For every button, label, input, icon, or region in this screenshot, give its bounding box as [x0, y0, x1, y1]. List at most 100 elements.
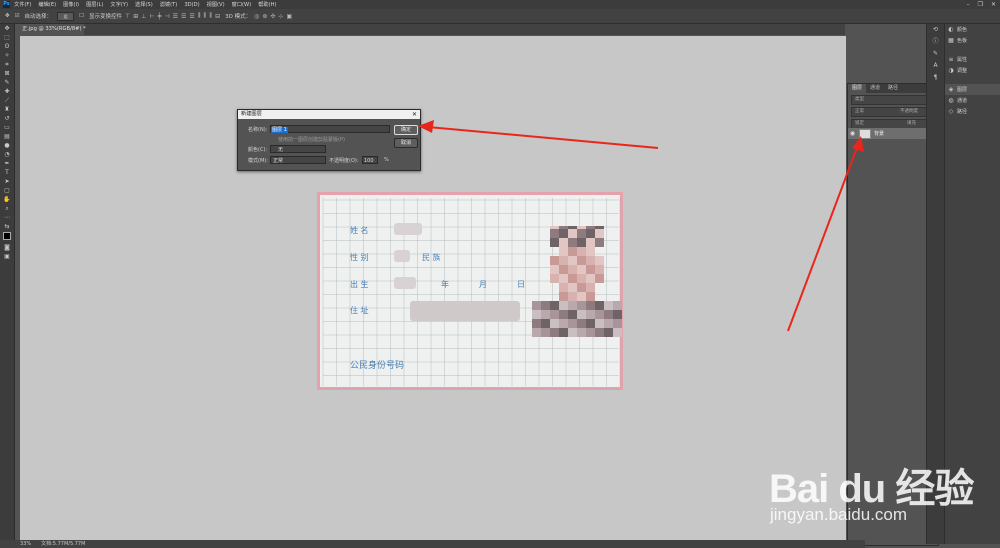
show-transform-checkbox[interactable]: ☐	[79, 13, 84, 19]
color-swatches-icon[interactable]	[0, 231, 14, 243]
dock-swatches[interactable]: ▦ 色板	[945, 35, 1000, 46]
history-brush-tool-icon[interactable]: ↺	[0, 114, 14, 123]
pan-3d-icon[interactable]: ✣	[270, 13, 275, 20]
clipping-mask-checkbox-label[interactable]: 使用前一图层创建剪贴蒙版(P)	[278, 136, 345, 143]
minimize-icon[interactable]: –	[967, 1, 970, 8]
color-select[interactable]: 无	[270, 145, 326, 153]
close-icon[interactable]: ✕	[412, 110, 417, 119]
document-tab[interactable]: 正.jpg @ 33%(RGB/8#) *	[19, 24, 86, 35]
tab-layers[interactable]: 图层	[848, 84, 867, 93]
swap-colors-icon[interactable]: ⇆	[0, 222, 14, 231]
blur-tool-icon[interactable]: ●	[0, 141, 14, 150]
more-tools-icon[interactable]: ⋯	[0, 213, 14, 222]
lasso-tool-icon[interactable]: ʘ	[0, 42, 14, 51]
menu-layer[interactable]: 图层(L)	[86, 1, 103, 8]
marquee-tool-icon[interactable]: ⬚	[0, 33, 14, 42]
mosaic-tile	[568, 328, 577, 337]
distribute-right-icon[interactable]: ⫼	[209, 12, 212, 20]
healing-brush-tool-icon[interactable]: ✚	[0, 87, 14, 96]
magic-wand-tool-icon[interactable]: ✧	[0, 51, 14, 60]
scale-3d-icon[interactable]: ▣	[286, 13, 292, 20]
pen-tool-icon[interactable]: ✒	[0, 159, 14, 168]
menu-type[interactable]: 文字(Y)	[110, 1, 128, 8]
history-icon[interactable]: ⟲	[927, 24, 944, 36]
move-tool-icon[interactable]: ✥	[5, 13, 10, 19]
close-icon[interactable]: ✕	[991, 1, 996, 8]
menu-filter[interactable]: 滤镜(T)	[160, 1, 178, 8]
slide-3d-icon[interactable]: ⊹	[278, 13, 283, 20]
roll-3d-icon[interactable]: ⊛	[262, 13, 267, 20]
shape-tool-icon[interactable]: ▢	[0, 186, 14, 195]
layer-kind-filter[interactable]: 类型	[851, 95, 935, 105]
brush-tool-icon[interactable]: ⟋	[0, 96, 14, 105]
menu-3d[interactable]: 3D(D)	[184, 2, 199, 8]
menu-help[interactable]: 帮助(H)	[258, 1, 276, 8]
dock-channels[interactable]: ◍ 通道	[945, 95, 1000, 106]
distribute-bottom-icon[interactable]: ☰	[189, 13, 194, 20]
dock-color[interactable]: ◐ 颜色	[945, 24, 1000, 35]
dodge-tool-icon[interactable]: ◔	[0, 150, 14, 159]
mode-select[interactable]: 正常	[270, 156, 326, 164]
frame-tool-icon[interactable]: ⊠	[0, 69, 14, 78]
mosaic-tile	[577, 328, 586, 337]
eyedropper-tool-icon[interactable]: ✎	[0, 78, 14, 87]
stamp-tool-icon[interactable]: ♜	[0, 105, 14, 114]
align-bottom-icon[interactable]: ⊥	[141, 13, 146, 20]
distribute-center-icon[interactable]: ⫼	[204, 12, 207, 20]
zoom-tool-icon[interactable]: ⌕	[0, 204, 14, 213]
auto-select-checkbox[interactable]: ☑	[15, 13, 20, 19]
dock-layers[interactable]: ◈ 图层	[945, 84, 1000, 95]
crop-tool-icon[interactable]: ⌗	[0, 60, 14, 69]
auto-select-dropdown[interactable]: 组	[57, 11, 75, 21]
menu-edit[interactable]: 编辑(E)	[38, 1, 56, 8]
auto-align-icon[interactable]: ⊟	[215, 13, 220, 20]
paragraph-icon[interactable]: ¶	[927, 72, 944, 84]
blend-mode-select[interactable]: 正常 不透明度	[851, 107, 935, 117]
cancel-button[interactable]: 取消	[394, 138, 418, 148]
foreground-color-swatch[interactable]	[3, 232, 11, 240]
quick-mask-icon[interactable]: ◙	[0, 243, 14, 252]
gradient-tool-icon[interactable]: ▤	[0, 132, 14, 141]
character-icon[interactable]: A	[927, 60, 944, 72]
dialog-title: 新建图层	[241, 111, 262, 117]
distribute-top-icon[interactable]: ☰	[173, 13, 178, 20]
menu-select[interactable]: 选择(S)	[135, 1, 153, 8]
brush-settings-icon[interactable]: ✎	[927, 48, 944, 60]
mosaic-tile	[550, 301, 559, 310]
move-tool-icon[interactable]: ✥	[0, 24, 14, 33]
align-top-icon[interactable]: ⊤	[125, 13, 130, 20]
menu-file[interactable]: 文件(F)	[14, 1, 31, 8]
screen-mode-icon[interactable]: ▣	[0, 252, 14, 261]
menu-image[interactable]: 图像(I)	[63, 1, 79, 8]
layer-row-background[interactable]: ◉ 背景 🔒︎	[848, 128, 938, 139]
eye-icon[interactable]: ◉	[848, 130, 857, 137]
menu-view[interactable]: 视图(V)	[207, 1, 225, 8]
name-input[interactable]: 图层 1	[270, 125, 390, 133]
hand-tool-icon[interactable]: ✋	[0, 195, 14, 204]
align-middle-icon[interactable]: ⊞	[133, 13, 138, 20]
distribute-left-icon[interactable]: ⫼	[198, 12, 201, 20]
dock-adjustments[interactable]: ◑ 调整	[945, 65, 1000, 76]
mosaic-tile	[604, 319, 613, 328]
mosaic-tile	[577, 292, 586, 301]
type-tool-icon[interactable]: T	[0, 168, 14, 177]
restore-icon[interactable]: ❐	[978, 1, 983, 8]
tab-paths[interactable]: 路径	[884, 84, 902, 93]
opacity-input[interactable]: 100	[362, 156, 378, 164]
align-right-icon[interactable]: ⊣	[164, 13, 169, 20]
distribute-middle-icon[interactable]: ☰	[181, 13, 186, 20]
menu-window[interactable]: 窗口(W)	[232, 1, 252, 8]
canvas-area[interactable]: 姓 名 性 别 民 族 出 生 年 月 日 住 址 公民身份号码	[20, 36, 846, 540]
dock-paths[interactable]: ◇ 路径	[945, 106, 1000, 117]
orbit-3d-icon[interactable]: ◎	[254, 13, 259, 20]
mosaic-tile	[604, 301, 613, 310]
eraser-tool-icon[interactable]: ▭	[0, 123, 14, 132]
align-left-icon[interactable]: ⊢	[150, 13, 155, 20]
dock-properties[interactable]: ≡ 属性	[945, 54, 1000, 65]
zoom-level[interactable]: 33%	[20, 540, 31, 548]
tab-channels[interactable]: 通道	[866, 84, 884, 93]
path-selection-tool-icon[interactable]: ➤	[0, 177, 14, 186]
properties-icon[interactable]: ⓘ	[927, 36, 944, 48]
ok-button[interactable]: 确定	[394, 125, 418, 135]
align-center-icon[interactable]: ╪	[158, 13, 162, 20]
